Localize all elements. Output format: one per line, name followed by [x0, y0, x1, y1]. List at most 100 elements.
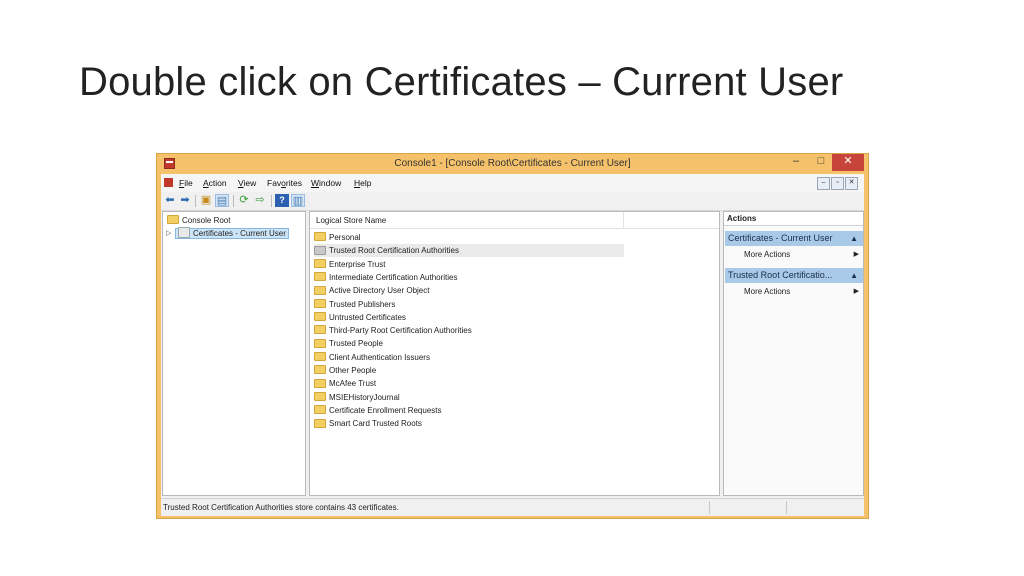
list-item[interactable]: Trusted Publishers: [314, 298, 624, 311]
list-item[interactable]: Enterprise Trust: [314, 258, 624, 271]
menu-favorites[interactable]: Favorites: [267, 178, 302, 188]
list-item-label: Other People: [329, 366, 377, 375]
list-item-label: Third-Party Root Certification Authoriti…: [329, 326, 472, 336]
menu-file[interactable]: File: [179, 178, 193, 188]
menu-help[interactable]: Help: [354, 178, 371, 188]
tree-item-console-root[interactable]: Console Root: [167, 215, 230, 227]
forward-arrow-icon[interactable]: ➡: [178, 194, 192, 207]
up-folder-icon[interactable]: ▣: [199, 194, 213, 207]
status-bar: Trusted Root Certification Authorities s…: [161, 498, 864, 516]
folder-icon: [314, 285, 326, 295]
client-area: File Action View Favorites Window Help –…: [161, 174, 864, 516]
help-icon[interactable]: ?: [275, 194, 289, 207]
window-title: Console1 - [Console Root\Certificates - …: [394, 158, 631, 169]
show-hide-tree-icon[interactable]: ▤: [215, 194, 229, 207]
status-separator: [709, 501, 710, 514]
expand-arrow-icon[interactable]: ▷: [166, 228, 171, 240]
list-item[interactable]: Untrusted Certificates: [314, 311, 624, 324]
list-item[interactable]: Personal: [314, 231, 624, 244]
folder-icon: [314, 418, 326, 428]
folder-icon: [314, 378, 326, 388]
mdi-controls: – ▫ ✕: [816, 177, 858, 190]
minimize-button[interactable]: –: [785, 154, 807, 171]
list-item[interactable]: Certificate Enrollment Requests: [314, 404, 624, 417]
list-item-label: MSIEHistoryJournal: [329, 392, 400, 402]
list-item[interactable]: Third-Party Root Certification Authoriti…: [314, 324, 624, 337]
folder-icon: [314, 405, 326, 415]
list-item[interactable]: Smart Card Trusted Roots: [314, 417, 624, 430]
action-group-title: Certificates - Current User: [728, 233, 833, 243]
folder-icon: [314, 391, 326, 401]
column-header-label: Logical Store Name: [316, 216, 387, 225]
menu-view[interactable]: View: [238, 178, 256, 188]
menu-action[interactable]: Action: [203, 178, 227, 188]
list-item-label: McAfee Trust: [329, 379, 377, 389]
column-separator[interactable]: [623, 212, 624, 228]
folder-icon: [167, 215, 179, 225]
refresh-icon[interactable]: ⟳: [237, 194, 251, 207]
menu-window[interactable]: Window: [311, 178, 341, 188]
action-item-label: More Actions: [744, 287, 791, 296]
toolbar-separator: [233, 195, 234, 207]
folder-icon: [314, 352, 326, 362]
tree-item-certificates-current-user[interactable]: ▷ Certificates - Current User: [166, 227, 289, 240]
folder-icon: [314, 365, 326, 375]
list-item-label: Personal: [329, 233, 361, 242]
title-bar[interactable]: Console1 - [Console Root\Certificates - …: [157, 154, 868, 174]
submenu-arrow-icon: ▶: [853, 288, 859, 295]
action-group-title: Trusted Root Certificatio...: [728, 270, 833, 280]
list-item[interactable]: Intermediate Certification Authorities: [314, 271, 624, 284]
store-list-pane: Logical Store Name Personal Trusted Root …: [309, 211, 720, 496]
mdi-minimize-button[interactable]: –: [817, 177, 830, 190]
tree-pane: Console Root ▷ Certificates - Current Us…: [162, 211, 306, 496]
close-button[interactable]: ✕: [832, 154, 864, 171]
list-item-label: Enterprise Trust: [329, 259, 386, 269]
list-item[interactable]: Other People: [314, 364, 624, 377]
more-actions-item[interactable]: More Actions ▶: [744, 248, 859, 262]
folder-icon: [314, 338, 326, 348]
list-item-label: Trusted Publishers: [329, 299, 396, 309]
status-text: Trusted Root Certification Authorities s…: [163, 503, 399, 512]
document-icon[interactable]: [164, 178, 173, 187]
back-arrow-icon[interactable]: ⬅: [163, 194, 177, 207]
more-actions-item[interactable]: More Actions ▶: [744, 285, 859, 299]
export-list-icon[interactable]: ⇨: [253, 194, 267, 207]
certificate-icon: [178, 227, 190, 239]
list-item-label: Client Authentication Issuers: [329, 352, 430, 362]
list-item[interactable]: MSIEHistoryJournal: [314, 391, 624, 404]
mmc-window: Console1 - [Console Root\Certificates - …: [156, 153, 869, 519]
list-item[interactable]: Trusted People: [314, 337, 624, 350]
slide-title: Double click on Certificates – Current U…: [79, 60, 844, 104]
column-header-logical-store-name[interactable]: Logical Store Name: [310, 212, 719, 229]
list-item-label: Active Directory User Object: [329, 286, 430, 296]
menu-bar: File Action View Favorites Window Help –…: [161, 174, 864, 192]
tree-item-label: Certificates - Current User: [193, 229, 286, 238]
folder-icon: [314, 272, 326, 282]
action-group-trusted-root[interactable]: Trusted Root Certificatio... ▲: [725, 268, 863, 283]
list-item-label: Intermediate Certification Authorities: [329, 272, 458, 282]
folder-icon: [314, 245, 326, 255]
action-group-certificates-current-user[interactable]: Certificates - Current User ▲: [725, 231, 863, 246]
list-item[interactable]: Client Authentication Issuers: [314, 351, 624, 364]
list-item[interactable]: McAfee Trust: [314, 377, 624, 390]
mdi-restore-button[interactable]: ▫: [831, 177, 844, 190]
folder-icon: [314, 312, 326, 322]
list-item[interactable]: Trusted Root Certification Authorities: [314, 244, 624, 258]
list-item-label: Smart Card Trusted Roots: [329, 419, 422, 429]
toolbar-separator: [195, 195, 196, 207]
tree-item-label: Console Root: [182, 216, 231, 225]
action-pane-icon[interactable]: ▥: [291, 194, 305, 207]
folder-icon: [314, 232, 326, 242]
action-item-label: More Actions: [744, 250, 791, 259]
actions-header: Actions: [724, 212, 863, 226]
collapse-caret-icon[interactable]: ▲: [850, 231, 858, 246]
maximize-button[interactable]: □: [810, 154, 832, 171]
list-item[interactable]: Active Directory User Object: [314, 284, 624, 297]
collapse-caret-icon[interactable]: ▲: [850, 268, 858, 283]
mdi-close-button[interactable]: ✕: [845, 177, 858, 190]
folder-icon: [314, 298, 326, 308]
submenu-arrow-icon: ▶: [853, 251, 859, 258]
list-item-label: Trusted Root Certification Authorities: [329, 246, 459, 256]
list-item-label: Certificate Enrollment Requests: [329, 405, 442, 415]
folder-icon: [314, 325, 326, 335]
